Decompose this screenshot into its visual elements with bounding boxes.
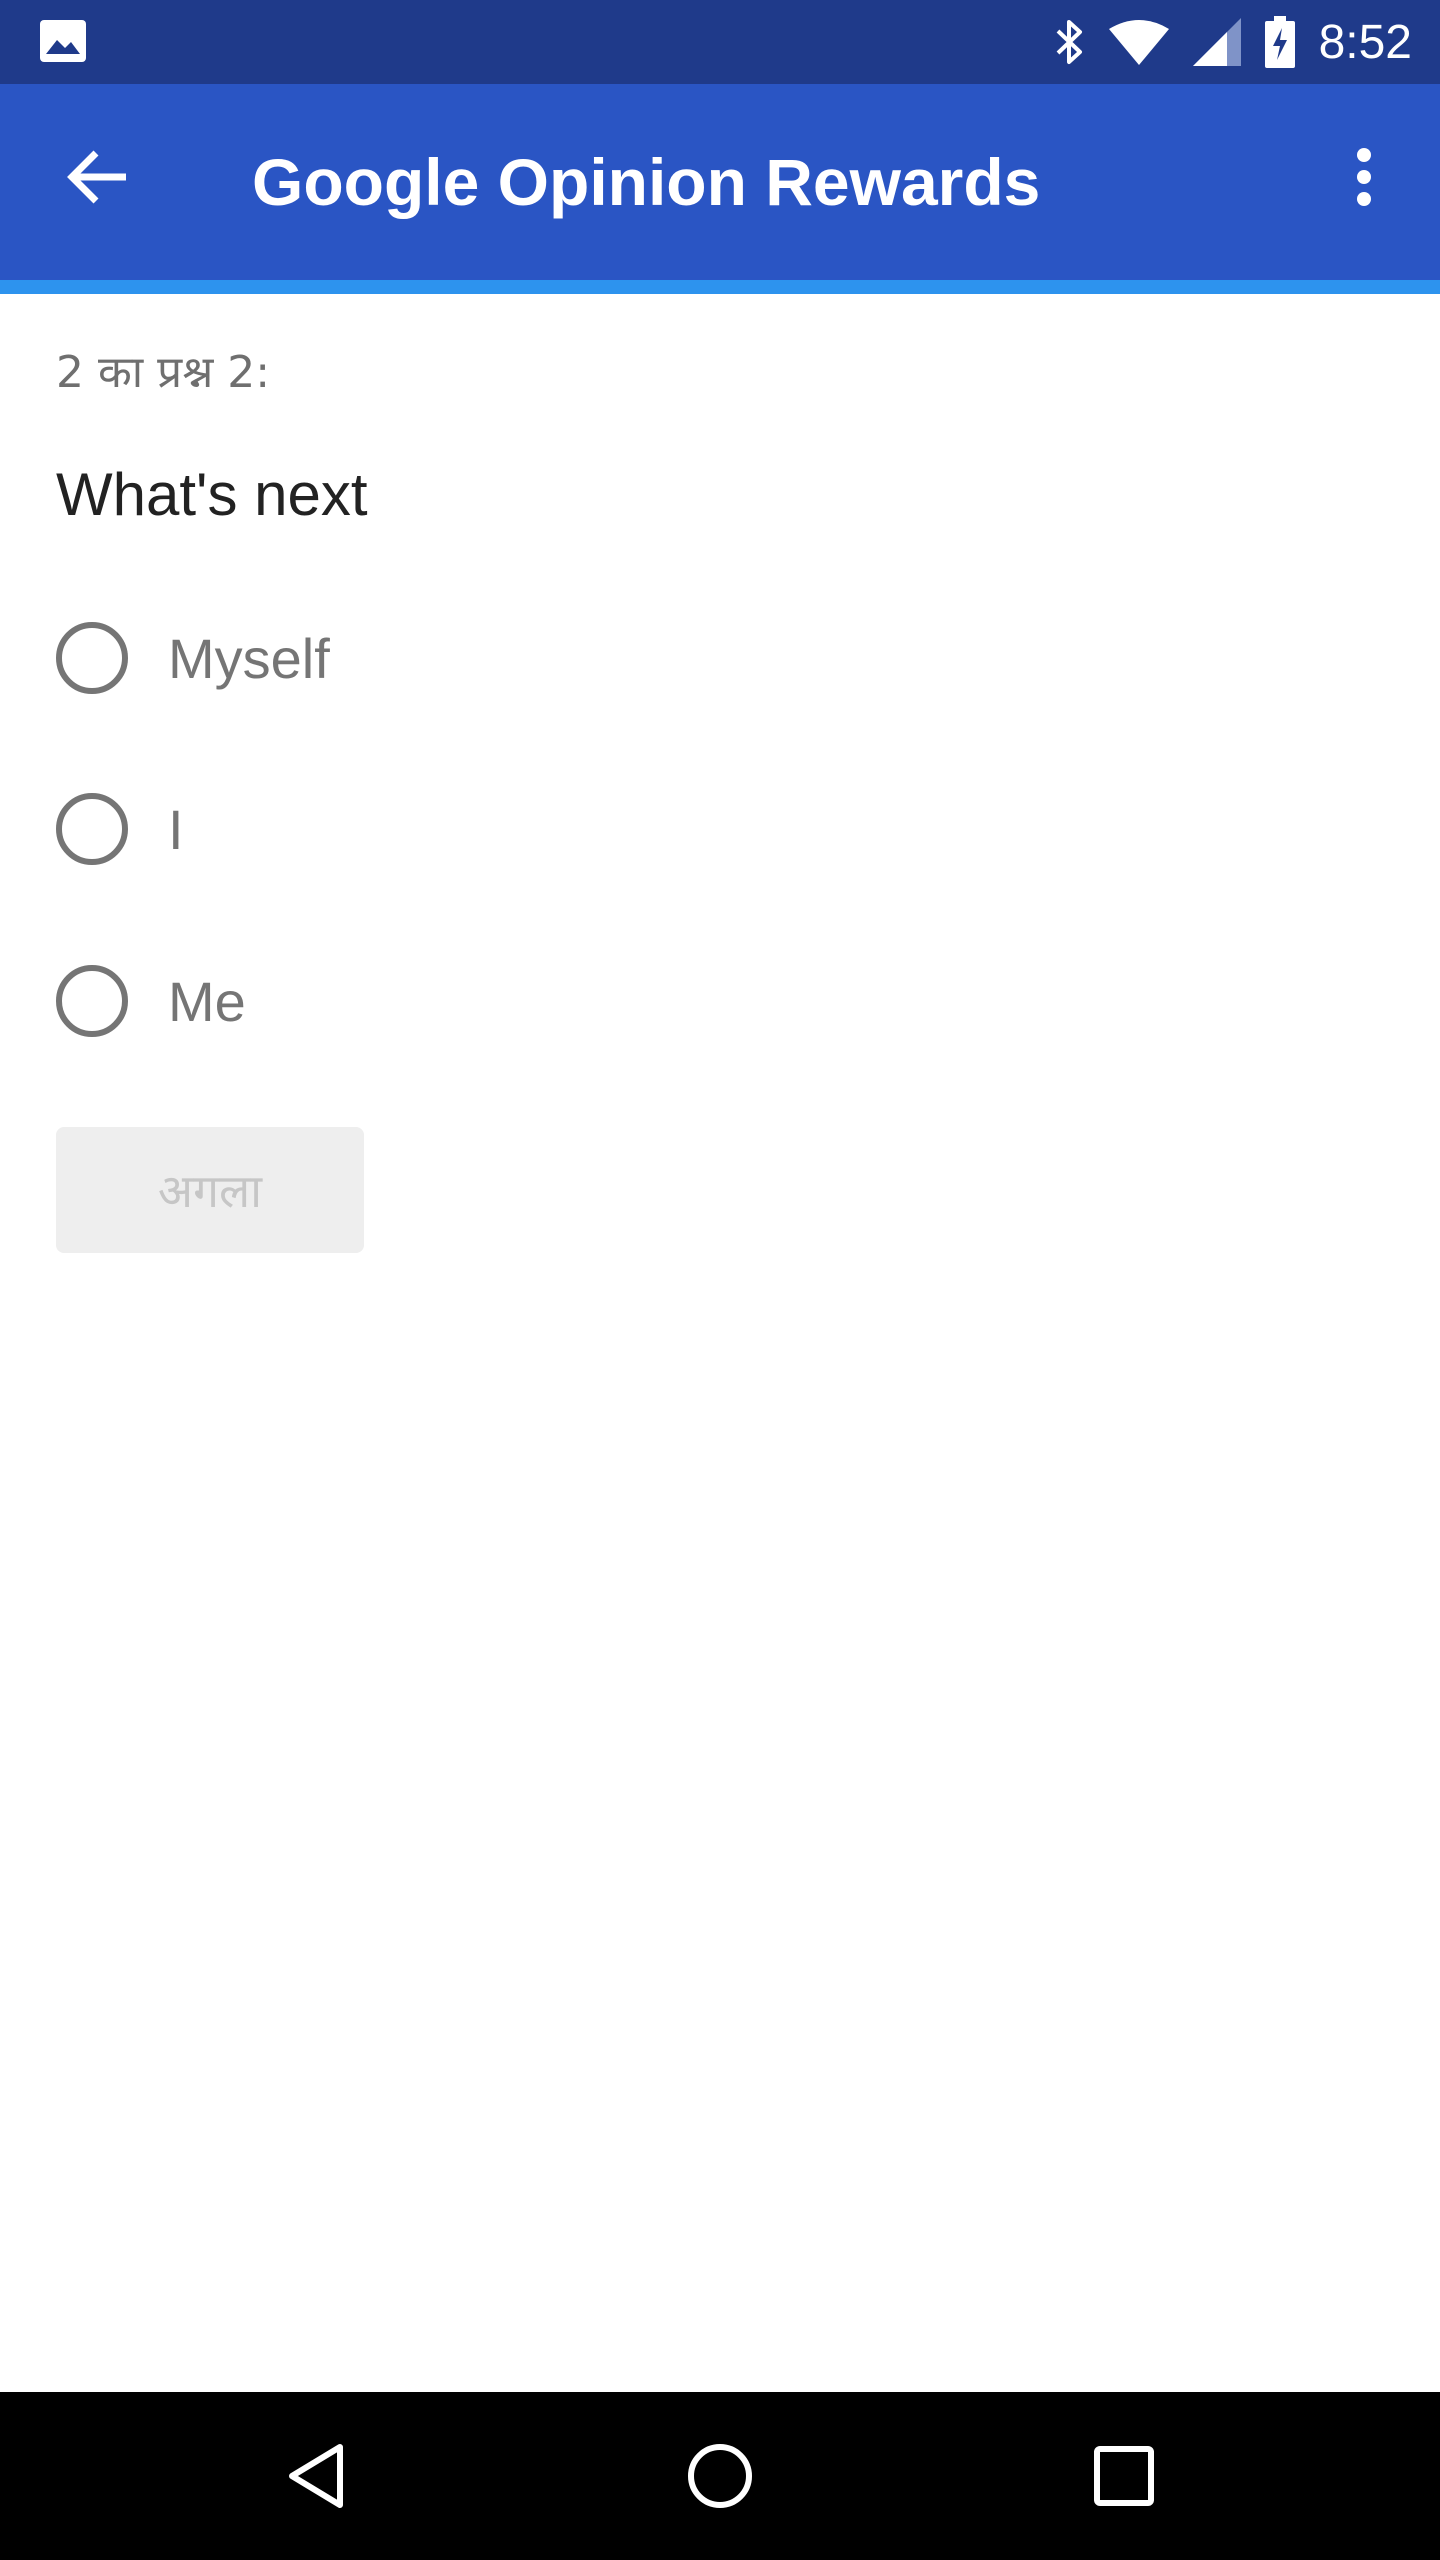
arrow-back-icon [67, 150, 126, 204]
nav-recents-button[interactable] [1064, 2416, 1184, 2536]
system-nav-bar [0, 2392, 1440, 2560]
recents-square-icon [1094, 2446, 1154, 2506]
cellular-signal-icon [1192, 18, 1241, 66]
back-button[interactable] [56, 135, 140, 219]
status-time: 8:52 [1318, 15, 1412, 69]
question-counter: 2 का प्रश्न 2: [56, 347, 271, 398]
overflow-menu-button[interactable] [1322, 135, 1406, 219]
option-label: I [168, 797, 184, 861]
option-myself[interactable]: Myself [56, 598, 756, 718]
back-triangle-icon [289, 2444, 343, 2508]
question-title: What's next [56, 461, 368, 528]
nav-back-button[interactable] [256, 2416, 376, 2536]
app-title: Google Opinion Rewards [252, 145, 1041, 219]
next-button[interactable]: अगला [56, 1127, 364, 1253]
more-vert-icon [1357, 148, 1371, 206]
option-me[interactable]: Me [56, 941, 756, 1061]
option-label: Me [168, 969, 246, 1033]
gallery-notification-icon [40, 20, 86, 62]
status-icons: 8:52 [1055, 0, 1412, 84]
wifi-icon [1108, 20, 1169, 65]
battery-charging-icon [1264, 16, 1295, 68]
option-label: Myself [168, 626, 330, 690]
app-bar-accent-line [0, 280, 1440, 294]
radio-button[interactable] [56, 965, 128, 1037]
bluetooth-icon [1056, 20, 1082, 64]
radio-button[interactable] [56, 622, 128, 694]
nav-home-button[interactable] [660, 2416, 780, 2536]
status-bar: 8:52 [0, 0, 1440, 84]
home-circle-icon [688, 2444, 752, 2508]
option-i[interactable]: I [56, 769, 756, 889]
radio-button[interactable] [56, 793, 128, 865]
